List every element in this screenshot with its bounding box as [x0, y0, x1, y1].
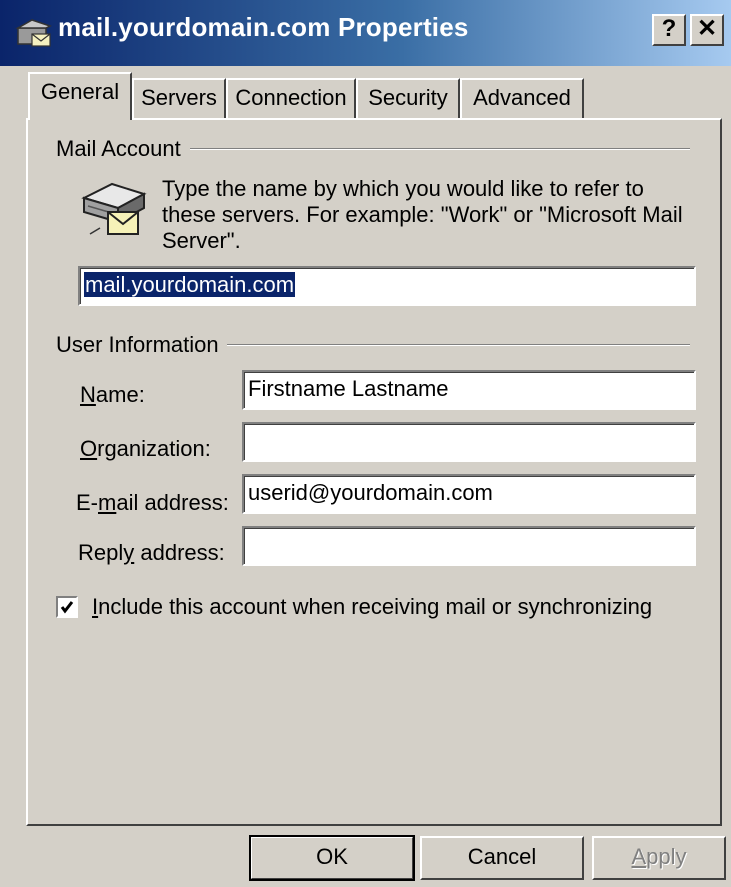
tab-connection[interactable]: Connection — [226, 78, 356, 118]
reply-label-post: address: — [134, 540, 225, 565]
mail-account-help-text: Type the name by which you would like to… — [162, 176, 683, 253]
mail-account-icon — [15, 19, 52, 47]
cancel-button[interactable]: Cancel — [420, 836, 584, 880]
name-field[interactable]: Firstname Lastname — [242, 370, 696, 410]
organization-label-key: O — [80, 436, 98, 461]
mail-account-group-label: Mail Account — [56, 136, 189, 162]
organization-label-post: rganization: — [97, 436, 211, 461]
tab-servers-label: Servers — [141, 85, 217, 110]
ok-button[interactable]: OK — [249, 835, 415, 881]
reply-label-key: y — [123, 540, 135, 565]
tab-general-label: General — [40, 79, 120, 104]
include-label-post: nclude this account when receiving mail … — [98, 594, 653, 619]
email-field[interactable]: userid@yourdomain.com — [242, 474, 696, 514]
tab-advanced[interactable]: Advanced — [460, 78, 584, 118]
close-button[interactable]: ✕ — [690, 14, 724, 46]
tab-security[interactable]: Security — [356, 78, 460, 118]
apply-label-post: pply — [646, 844, 687, 869]
email-label-post: ail address: — [116, 490, 229, 515]
tab-servers[interactable]: Servers — [132, 78, 226, 118]
reply-address-label: Reply address: — [78, 540, 225, 566]
window-title: mail.yourdomain.com Properties — [58, 12, 469, 42]
tab-security-label: Security — [368, 85, 448, 110]
account-name-field[interactable]: mail.yourdomain.com — [78, 266, 696, 306]
name-label: Name: — [80, 382, 145, 408]
reply-label-pre: Repl — [78, 540, 124, 565]
email-label-key: m — [98, 490, 117, 515]
email-label-pre: E- — [76, 490, 98, 515]
checkmark-icon — [60, 601, 74, 614]
name-label-post: ame: — [95, 382, 145, 407]
apply-button[interactable]: Apply — [592, 836, 726, 880]
email-label: E-mail address: — [76, 490, 229, 516]
user-info-group-label: User Information — [56, 332, 227, 358]
properties-dialog: mail.yourdomain.com Properties ? ✕ Gener… — [0, 0, 731, 887]
name-label-key: N — [80, 382, 96, 407]
tab-general[interactable]: General — [28, 72, 132, 120]
apply-label-key: A — [631, 844, 647, 869]
title-bar[interactable]: mail.yourdomain.com Properties ? ✕ — [0, 0, 731, 66]
reply-address-field[interactable] — [242, 526, 696, 566]
user-info-divider — [216, 344, 690, 346]
account-name-value: mail.yourdomain.com — [84, 272, 296, 297]
mail-account-divider — [190, 148, 690, 150]
tab-connection-label: Connection — [235, 85, 347, 110]
mail-server-icon — [81, 182, 147, 235]
include-account-label[interactable]: Include this account when receiving mail… — [92, 594, 652, 620]
include-account-checkbox[interactable] — [56, 596, 78, 618]
help-button[interactable]: ? — [652, 14, 686, 46]
organization-label: Organization: — [80, 436, 211, 462]
organization-field[interactable] — [242, 422, 696, 462]
tab-advanced-label: Advanced — [473, 85, 571, 110]
close-icon: ✕ — [696, 15, 718, 42]
